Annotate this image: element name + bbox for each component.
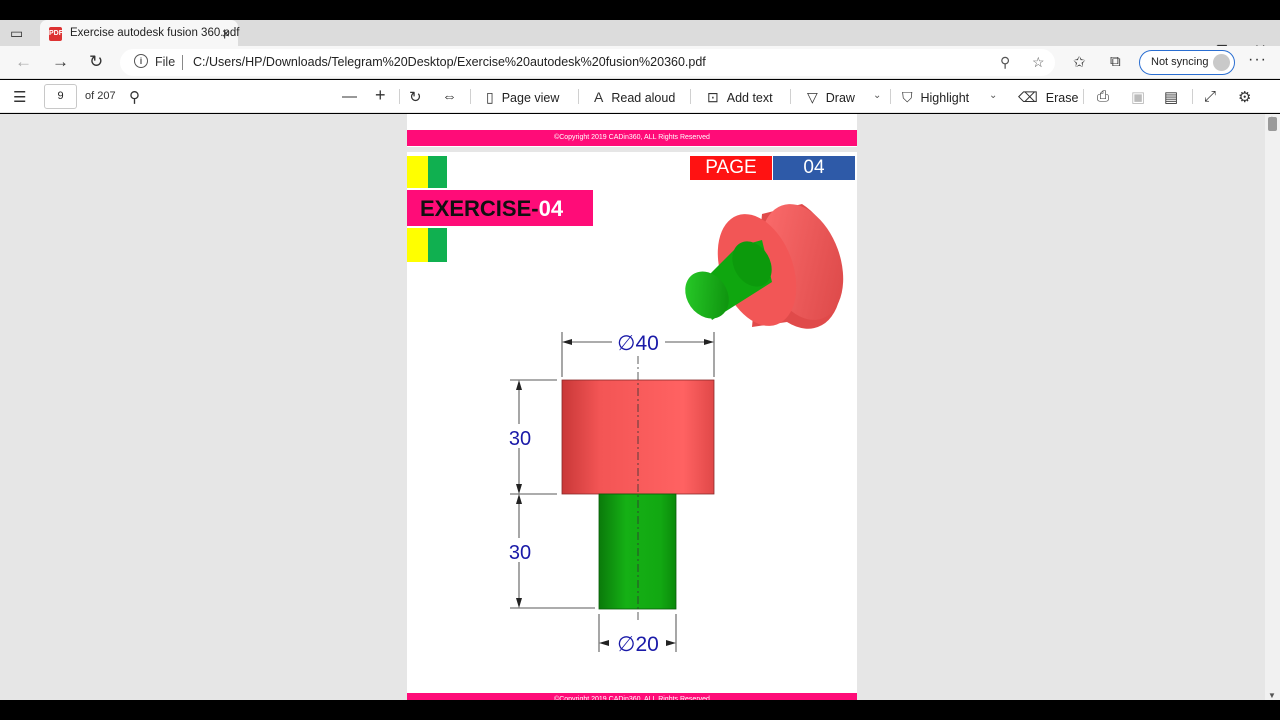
save-as-icon[interactable]: ▤ [1164, 88, 1178, 106]
dim-top-diameter: ∅40 [617, 332, 659, 355]
erase-icon: ⌫ [1018, 89, 1038, 105]
arrow-head [516, 598, 522, 608]
highlight-label: Highlight [920, 91, 970, 105]
highlight-button[interactable]: ⛉ Highlight [902, 89, 969, 106]
zoom-in-button[interactable]: + [375, 85, 386, 106]
copyright-band: ©Copyright 2019 CADin360, ALL Rights Res… [407, 130, 857, 146]
erase-label: Erase [1045, 91, 1079, 105]
print-icon[interactable]: ⎙ [1097, 88, 1109, 105]
settings-gear-icon[interactable]: ⚙ [1238, 88, 1251, 106]
add-favorite-icon[interactable]: ☆ [1032, 54, 1045, 71]
info-icon[interactable]: i [134, 54, 148, 68]
avatar [1213, 54, 1230, 71]
draw-button[interactable]: ▽ Draw [807, 89, 855, 106]
toolbar-divider [470, 89, 471, 104]
fit-page-icon[interactable]: ⇔ [442, 88, 457, 105]
fullscreen-icon[interactable]: ⤢ [1204, 88, 1216, 105]
arrow-head [516, 494, 522, 504]
highlight-chevron-down-icon[interactable]: ⌄ [989, 90, 997, 101]
arrow-head [599, 640, 609, 646]
zoom-icon[interactable]: ⚲ [1000, 54, 1010, 71]
toolbar-divider [578, 89, 579, 104]
arrow-head [666, 640, 676, 646]
arrow-head [516, 484, 522, 494]
tab-actions-icon[interactable]: ▭ [10, 25, 28, 41]
sync-label: Not syncing [1151, 56, 1209, 68]
dim-bottom-diameter: ∅20 [617, 633, 659, 656]
url-text[interactable]: C:/Users/HP/Downloads/Telegram%20Desktop… [193, 55, 706, 69]
toolbar-divider [1083, 89, 1084, 104]
draw-label: Draw [825, 91, 855, 105]
highlight-icon: ⛉ [902, 89, 913, 105]
page-view-button[interactable]: ▯ Page view [486, 89, 559, 106]
url-field[interactable]: i File C:/Users/HP/Downloads/Telegram%20… [120, 49, 1055, 76]
more-menu-icon[interactable]: ··· [1248, 51, 1267, 69]
page-number-input[interactable]: 9 [44, 84, 77, 109]
add-text-label: Add text [726, 91, 773, 105]
pdf-viewer[interactable]: ©Copyright 2019 CADin360, ALL Rights Res… [0, 114, 1265, 700]
tab-active[interactable]: PDF Exercise autodesk fusion 360.pdf × [40, 20, 240, 47]
read-aloud-icon: A [594, 89, 604, 105]
save-icon[interactable]: ▣ [1131, 88, 1145, 106]
toolbar-divider [1192, 89, 1193, 104]
dim-lower-height: 30 [509, 542, 531, 564]
erase-button[interactable]: ⌫ Erase [1018, 89, 1078, 106]
page-total-label: of 207 [85, 90, 116, 102]
isometric-model [685, 204, 844, 329]
add-text-icon: ⊡ [707, 89, 719, 105]
address-bar-row: ← → ↻ i File C:/Users/HP/Downloads/Teleg… [0, 46, 1280, 79]
draw-icon: ▽ [807, 89, 818, 105]
refresh-button[interactable]: ↻ [89, 52, 103, 72]
url-separator [182, 55, 183, 70]
arrow-head [562, 339, 572, 345]
file-label: File [155, 55, 176, 69]
vertical-scrollbar[interactable]: ▲ ▼ [1265, 114, 1280, 700]
toolbar-divider [890, 89, 891, 104]
previous-page-bottom: ©Copyright 2019 CADin360, ALL Rights Res… [407, 114, 857, 147]
drawing-canvas: ∅40 30 30 ∅20 [509, 204, 844, 656]
favorites-icon[interactable]: ✩ [1073, 53, 1086, 71]
scrollbar-thumb[interactable] [1268, 117, 1277, 131]
arrow-head [704, 339, 714, 345]
page-view-label: Page view [501, 91, 560, 105]
profile-sync-button[interactable]: Not syncing [1139, 50, 1235, 75]
toolbar-divider [790, 89, 791, 104]
forward-button[interactable]: → [52, 52, 69, 72]
tab-close-icon[interactable]: × [222, 25, 230, 41]
draw-chevron-down-icon[interactable]: ⌄ [873, 90, 881, 101]
page-view-icon: ▯ [486, 89, 494, 105]
zoom-out-button[interactable]: — [342, 88, 357, 105]
contents-icon[interactable]: ☰ [13, 88, 26, 106]
front-view: ∅40 30 30 ∅20 [509, 332, 715, 656]
bottom-letterbox [0, 700, 1280, 720]
copyright-band-bottom: ©Copyright 2019 CADin360, ALL Rights Res… [407, 693, 857, 700]
green-cylinder-view [598, 493, 677, 610]
toolbar-divider [399, 89, 400, 104]
pdf-toolbar: ☰ 9 of 207 ⚲ — + ↻ ⇔ ▯ Page view A Read al… [0, 80, 1280, 113]
top-letterbox [0, 0, 1280, 20]
collections-icon[interactable]: ⧉ [1110, 53, 1121, 70]
back-button[interactable]: ← [15, 52, 32, 72]
search-icon[interactable]: ⚲ [129, 88, 140, 106]
pdf-file-icon: PDF [49, 27, 63, 41]
arrow-head [516, 380, 522, 390]
rotate-icon[interactable]: ↻ [409, 88, 422, 106]
dim-upper-height: 30 [509, 428, 531, 450]
toolbar-divider [690, 89, 691, 104]
tab-title: Exercise autodesk fusion 360.pdf [70, 27, 240, 39]
pdf-page: EXERCISE-04 PAGE 04 ∅40 30 30 ∅20 ©Copyr… [407, 152, 857, 700]
read-aloud-label: Read aloud [611, 91, 676, 105]
read-aloud-button[interactable]: A Read aloud [594, 89, 675, 105]
scroll-down-arrow-icon[interactable]: ▼ [1268, 691, 1276, 700]
add-text-button[interactable]: ⊡ Add text [707, 89, 773, 106]
